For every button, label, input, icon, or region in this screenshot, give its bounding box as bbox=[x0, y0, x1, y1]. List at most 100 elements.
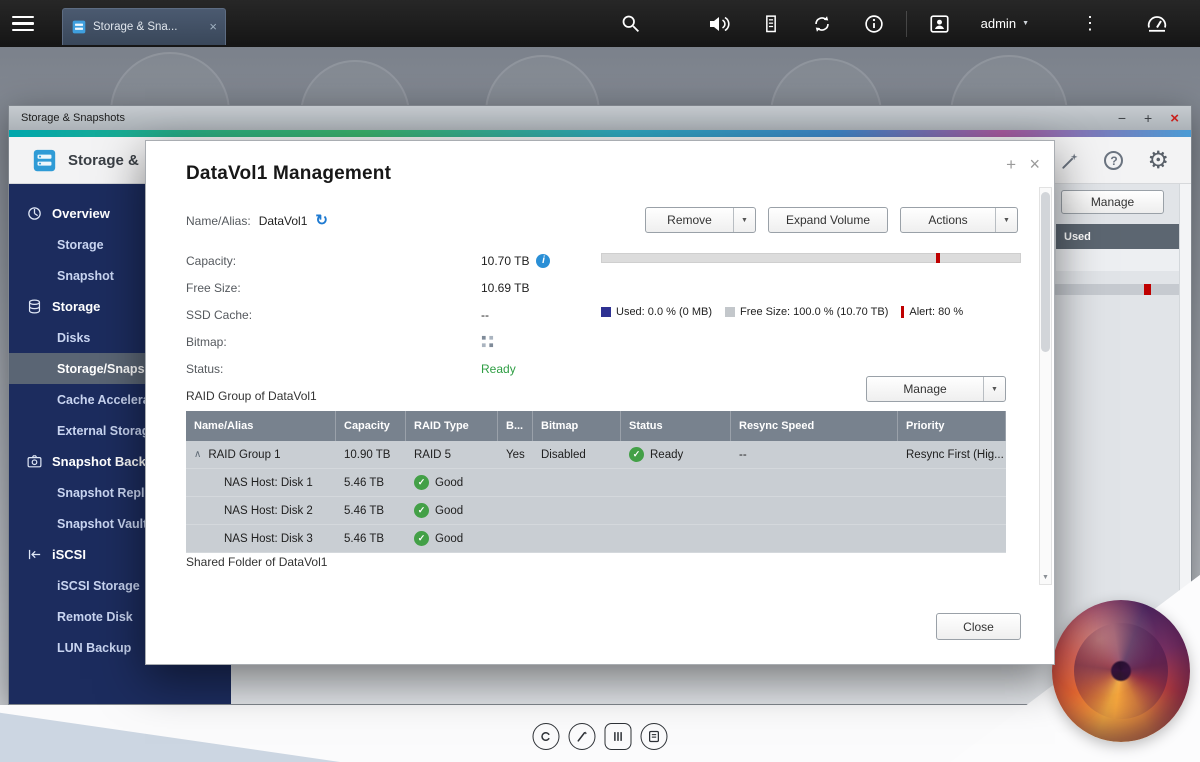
remove-button[interactable]: Remove ▼ bbox=[645, 207, 756, 233]
topbar: Storage & Sna... × bbox=[0, 0, 1200, 47]
storage-stack-icon bbox=[26, 298, 43, 315]
scrollbar-thumb[interactable] bbox=[1041, 192, 1050, 352]
dock-notes-icon[interactable] bbox=[641, 723, 668, 750]
table-header-row: Name/Alias Capacity RAID Type B... Bitma… bbox=[186, 411, 1006, 441]
server-tasks-icon bbox=[761, 13, 781, 35]
sidebar-label: iSCSI bbox=[52, 547, 86, 562]
app-header-icons: ? ⚙ bbox=[1060, 137, 1169, 184]
dialog-scrollbar[interactable]: ▼ bbox=[1039, 187, 1052, 585]
info-icon bbox=[863, 13, 885, 35]
status-good-icon: ✓ bbox=[629, 447, 644, 462]
notifications-button[interactable] bbox=[848, 0, 900, 47]
topbar-right: admin ▼ ⋮ bbox=[605, 0, 1200, 47]
desktop-dock bbox=[533, 723, 668, 750]
app-tab-storage-snapshots[interactable]: Storage & Sna... × bbox=[62, 8, 226, 45]
storage-app-icon bbox=[31, 147, 58, 174]
chevron-down-icon[interactable]: ▼ bbox=[983, 377, 1005, 401]
vertical-dots-icon: ⋮ bbox=[1081, 13, 1099, 34]
hamburger-icon bbox=[12, 16, 34, 19]
chevron-down-icon[interactable]: ▼ bbox=[733, 208, 755, 232]
app-title: Storage & bbox=[68, 152, 139, 169]
status-cell: ✓ Ready bbox=[621, 441, 731, 468]
name-alias-row: Name/Alias: DataVol1 ↻ bbox=[186, 213, 328, 228]
actions-button[interactable]: Actions ▼ bbox=[900, 207, 1018, 233]
camera-icon bbox=[26, 453, 43, 470]
panels-icon bbox=[611, 729, 626, 744]
info-icon[interactable]: i bbox=[536, 254, 550, 268]
user-profile-button[interactable] bbox=[913, 0, 966, 47]
gauge-icon bbox=[1145, 12, 1169, 36]
dock-panels-icon[interactable] bbox=[605, 723, 632, 750]
volume-usage-bar bbox=[1054, 284, 1181, 295]
disk-status-cell: ✓ Good bbox=[406, 497, 498, 524]
table-row-disk-1[interactable]: NAS Host: Disk 1 5.46 TB ✓ Good bbox=[186, 469, 1006, 497]
table-row-disk-2[interactable]: NAS Host: Disk 2 5.46 TB ✓ Good bbox=[186, 497, 1006, 525]
window-close-icon[interactable]: × bbox=[1170, 111, 1179, 126]
swirl-icon bbox=[539, 729, 554, 744]
bitmap-row: Bitmap: bbox=[186, 328, 494, 355]
dock-pen-icon[interactable] bbox=[569, 723, 596, 750]
datavol1-management-dialog: DataVol1 Management + × Name/Alias: Data… bbox=[145, 140, 1055, 665]
background-tasks-button[interactable] bbox=[746, 0, 796, 47]
capacity-usage-bar bbox=[601, 253, 1021, 263]
table-row-disk-3[interactable]: NAS Host: Disk 3 5.46 TB ✓ Good bbox=[186, 525, 1006, 553]
refresh-icon[interactable]: ↻ bbox=[315, 213, 328, 228]
search-button[interactable] bbox=[605, 0, 656, 47]
speaker-icon bbox=[707, 12, 731, 36]
usage-alert-tick bbox=[1144, 284, 1151, 295]
collapse-icon[interactable]: ∧ bbox=[194, 449, 201, 460]
free-size-label: Free Size: bbox=[186, 281, 481, 295]
admin-menu[interactable]: admin ▼ bbox=[966, 0, 1044, 47]
more-options-button[interactable]: ⋮ bbox=[1066, 0, 1114, 47]
dialog-popout-icon[interactable]: + bbox=[1006, 155, 1016, 175]
iscsi-arrow-icon bbox=[26, 546, 43, 563]
table-row-raid-group-1[interactable]: ∧ RAID Group 1 10.90 TB RAID 5 Yes Disab… bbox=[186, 441, 1006, 469]
raid-group-section-label: RAID Group of DataVol1 bbox=[186, 389, 317, 403]
sync-arrows-icon bbox=[811, 13, 833, 35]
volume-list-row bbox=[1056, 249, 1189, 271]
close-button[interactable]: Close bbox=[936, 613, 1021, 640]
capacity-label: Capacity: bbox=[186, 254, 481, 268]
minimize-icon[interactable]: − bbox=[1118, 111, 1126, 125]
status-label: Status: bbox=[186, 362, 481, 376]
help-icon[interactable]: ? bbox=[1104, 151, 1123, 170]
sidebar-label: Overview bbox=[52, 206, 110, 221]
status-value: Ready bbox=[481, 362, 516, 376]
storage-app-icon bbox=[71, 19, 87, 35]
raid-manage-button[interactable]: Manage ▼ bbox=[866, 376, 1006, 402]
used-column-header[interactable]: Used bbox=[1056, 224, 1189, 249]
maximize-icon[interactable]: + bbox=[1144, 111, 1152, 125]
dock-swirl-icon[interactable] bbox=[533, 723, 560, 750]
pen-icon bbox=[575, 729, 590, 744]
legend-used: Used: 0.0 % (0 MB) bbox=[601, 306, 712, 318]
window-title: Storage & Snapshots bbox=[21, 112, 125, 124]
volume-button[interactable] bbox=[692, 0, 746, 47]
ssd-cache-row: SSD Cache: -- bbox=[186, 301, 489, 328]
sidebar-label: Storage bbox=[52, 299, 100, 314]
sync-status-button[interactable] bbox=[796, 0, 848, 47]
raid-group-table: Name/Alias Capacity RAID Type B... Bitma… bbox=[186, 411, 1006, 553]
dialog-action-buttons: Remove ▼ Expand Volume Actions ▼ bbox=[645, 207, 1018, 233]
topbar-divider bbox=[906, 11, 907, 37]
user-icon bbox=[928, 13, 951, 35]
name-alias-label: Name/Alias: bbox=[186, 214, 251, 228]
overview-icon bbox=[26, 205, 43, 222]
admin-label: admin bbox=[981, 16, 1016, 31]
expand-volume-button[interactable]: Expand Volume bbox=[768, 207, 888, 233]
tab-close-icon[interactable]: × bbox=[209, 20, 217, 33]
dialog-close-icon[interactable]: × bbox=[1029, 154, 1040, 175]
chevron-down-icon[interactable]: ▼ bbox=[995, 208, 1017, 232]
magic-wand-icon[interactable] bbox=[1060, 151, 1080, 171]
window-titlebar[interactable]: Storage & Snapshots − + × bbox=[9, 106, 1191, 130]
screen: Storage & Sna... × bbox=[0, 0, 1200, 762]
scroll-down-icon[interactable]: ▼ bbox=[1040, 570, 1051, 584]
app-title-wrap: Storage & bbox=[31, 147, 139, 174]
main-menu-button[interactable] bbox=[0, 0, 46, 47]
status-good-icon: ✓ bbox=[414, 531, 429, 546]
free-size-value: 10.69 TB bbox=[481, 281, 529, 295]
volume-manage-button[interactable]: Manage bbox=[1061, 190, 1164, 214]
dashboard-button[interactable] bbox=[1130, 0, 1184, 47]
dialog-title: DataVol1 Management bbox=[186, 163, 391, 185]
alert-swatch bbox=[901, 306, 904, 318]
gear-icon[interactable]: ⚙ bbox=[1147, 149, 1169, 173]
